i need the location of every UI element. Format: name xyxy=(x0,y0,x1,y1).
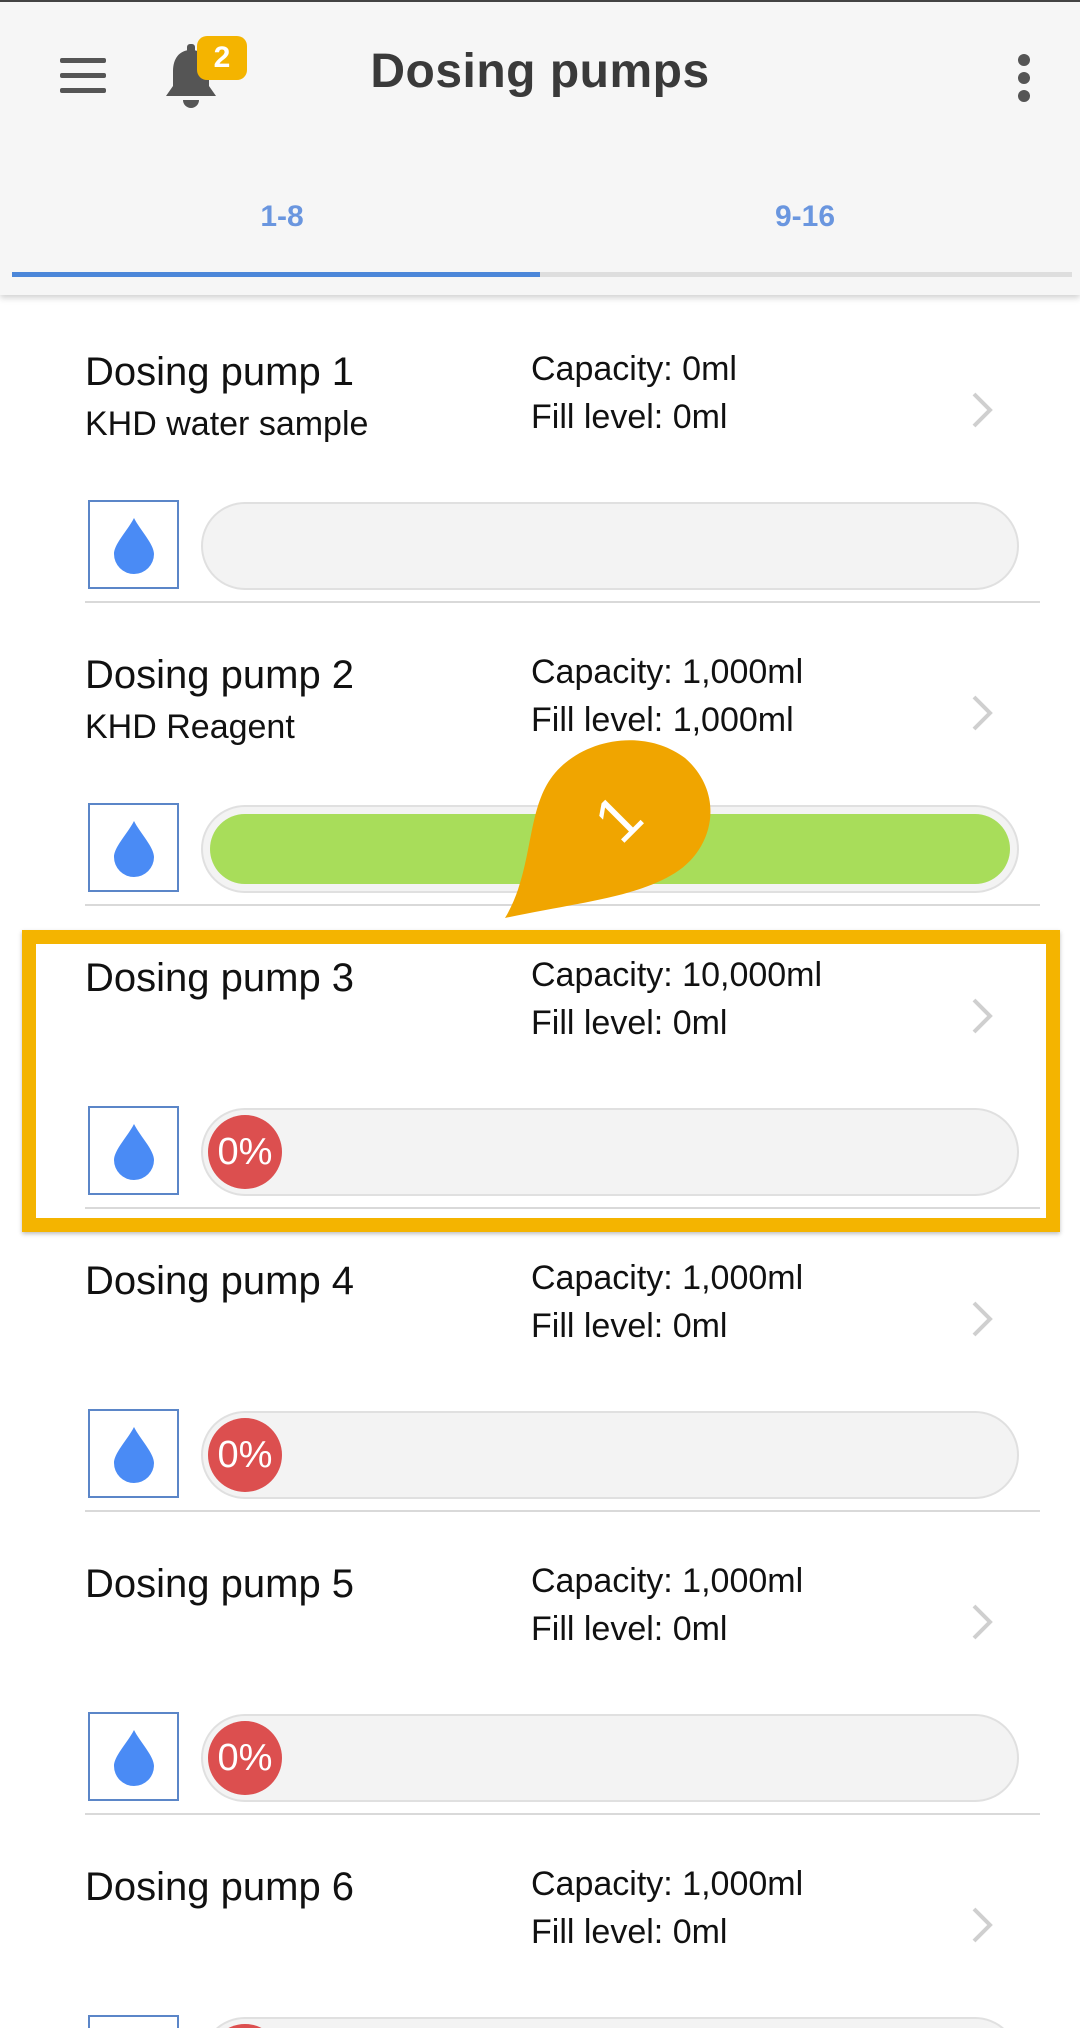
water-drop-icon xyxy=(113,1123,154,1180)
pump-capacity: Capacity: 1,000ml xyxy=(531,1259,804,1297)
fill-percent-badge: 0% xyxy=(208,2024,282,2028)
water-drop-icon xyxy=(113,517,154,574)
dose-drop-button[interactable] xyxy=(88,1106,179,1195)
tab-1-8[interactable]: 1-8 xyxy=(12,200,552,234)
fill-level-bar: 0% xyxy=(201,1714,1019,1802)
pump-fill-level: Fill level: 0ml xyxy=(531,1913,728,1951)
chevron-right-icon[interactable] xyxy=(968,691,998,735)
water-drop-icon xyxy=(113,1729,154,1786)
dose-drop-button[interactable] xyxy=(88,2015,179,2028)
app-bar: 2 Dosing pumps 1-8 9-16 xyxy=(0,0,1080,295)
pump-capacity: Capacity: 1,000ml xyxy=(531,653,804,691)
pump-name: Dosing pump 4 xyxy=(85,1259,355,1303)
pump-capacity: Capacity: 1,000ml xyxy=(531,1865,804,1903)
pump-name: Dosing pump 1 xyxy=(85,350,355,394)
pump-capacity: Capacity: 10,000ml xyxy=(531,956,823,994)
pump-capacity: Capacity: 1,000ml xyxy=(531,1562,804,1600)
hamburger-menu-icon[interactable] xyxy=(56,54,108,98)
fill-percent-badge: 0% xyxy=(208,1115,282,1189)
chevron-right-icon[interactable] xyxy=(968,1600,998,1644)
pump-description: KHD water sample xyxy=(85,405,369,443)
chevron-right-icon[interactable] xyxy=(968,388,998,432)
water-drop-icon xyxy=(113,1426,154,1483)
pump-row-4[interactable]: Dosing pump 4 Capacity: 1,000ml Fill lev… xyxy=(0,1209,1080,1512)
pump-row-3[interactable]: Dosing pump 3 Capacity: 10,000ml Fill le… xyxy=(0,906,1080,1209)
pump-fill-level: Fill level: 0ml xyxy=(531,1307,728,1345)
chevron-right-icon[interactable] xyxy=(968,1903,998,1947)
pump-capacity: Capacity: 0ml xyxy=(531,350,737,388)
pump-name: Dosing pump 2 xyxy=(85,653,355,697)
notification-badge: 2 xyxy=(197,36,247,80)
pump-name: Dosing pump 5 xyxy=(85,1562,355,1606)
fill-percent-badge: 0% xyxy=(208,1418,282,1492)
chevron-right-icon[interactable] xyxy=(968,1297,998,1341)
fill-level-bar: 0% xyxy=(201,1411,1019,1499)
dose-drop-button[interactable] xyxy=(88,1409,179,1498)
more-vert-icon[interactable] xyxy=(1010,54,1038,102)
pump-row-6[interactable]: Dosing pump 6 Capacity: 1,000ml Fill lev… xyxy=(0,1815,1080,2028)
tab-indicator xyxy=(12,272,540,277)
pump-row-5[interactable]: Dosing pump 5 Capacity: 1,000ml Fill lev… xyxy=(0,1512,1080,1815)
page-title: Dosing pumps xyxy=(370,45,710,98)
callout-marker: 1 xyxy=(505,718,725,938)
fill-level-bar: 0% xyxy=(201,1108,1019,1196)
dose-drop-button[interactable] xyxy=(88,500,179,589)
water-drop-icon xyxy=(113,820,154,877)
pump-row-1[interactable]: Dosing pump 1 KHD water sample Capacity:… xyxy=(0,300,1080,603)
pump-fill-level: Fill level: 0ml xyxy=(531,1004,728,1042)
chevron-right-icon[interactable] xyxy=(968,994,998,1038)
pump-name: Dosing pump 3 xyxy=(85,956,355,1000)
pump-list: Dosing pump 1 KHD water sample Capacity:… xyxy=(0,300,1080,2028)
pump-name: Dosing pump 6 xyxy=(85,1865,355,1909)
pump-fill-level: Fill level: 0ml xyxy=(531,398,728,436)
tab-9-16[interactable]: 9-16 xyxy=(535,200,1075,234)
fill-level-bar xyxy=(201,502,1019,590)
pump-fill-level: Fill level: 0ml xyxy=(531,1610,728,1648)
dose-drop-button[interactable] xyxy=(88,803,179,892)
fill-level-bar: 0% xyxy=(201,2017,1019,2028)
fill-percent-badge: 0% xyxy=(208,1721,282,1795)
pump-description: KHD Reagent xyxy=(85,708,295,746)
tab-bar: 1-8 9-16 xyxy=(0,180,1080,280)
dose-drop-button[interactable] xyxy=(88,1712,179,1801)
